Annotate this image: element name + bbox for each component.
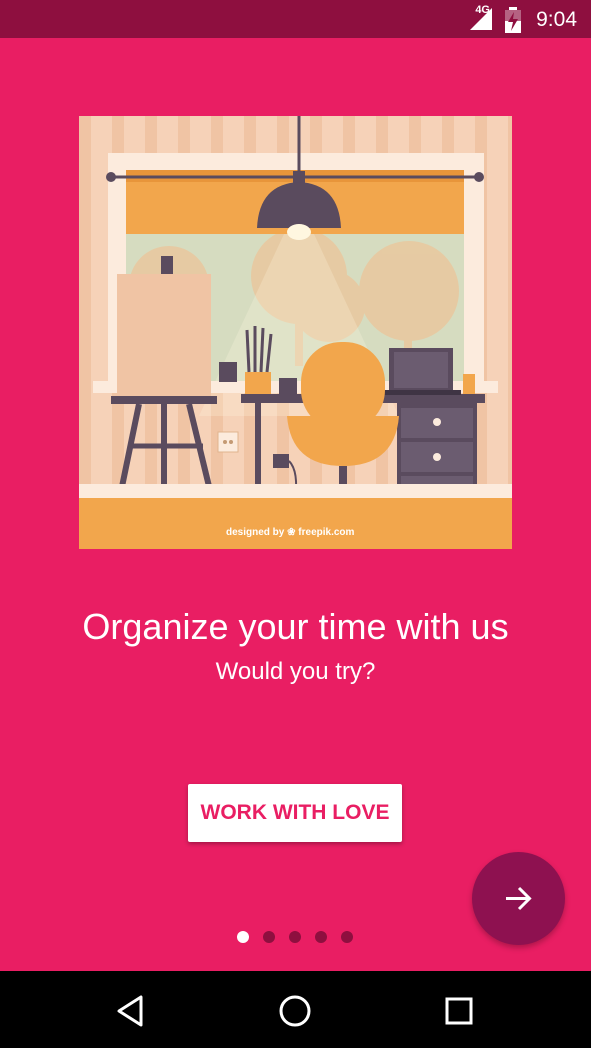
battery-charging-icon (505, 7, 521, 33)
arrow-forward-icon (506, 886, 532, 911)
page-dot-2[interactable] (263, 931, 275, 943)
page-dot-1[interactable] (237, 931, 249, 943)
next-page-button[interactable] (472, 852, 565, 945)
page-dot-4[interactable] (315, 931, 327, 943)
navigation-bar (0, 971, 591, 1048)
onboarding-subtitle: Would you try? (215, 658, 376, 685)
signal-icon (470, 8, 492, 30)
onboarding-title: Organize your time with us (82, 606, 509, 647)
work-with-love-button[interactable]: WORK WITH LOVE (188, 784, 402, 842)
page-dot-3[interactable] (289, 931, 301, 943)
status-bar: 4G 9:04 (0, 0, 591, 38)
page-dot-5[interactable] (341, 931, 353, 943)
recents-square-icon[interactable] (437, 989, 481, 1033)
clock: 9:04 (536, 8, 577, 31)
workspace-illustration: designed by ❀ freepik.com (79, 116, 512, 549)
back-triangle-icon[interactable] (109, 989, 153, 1033)
freepik-credit: designed by ❀ freepik.com (226, 527, 355, 538)
home-circle-icon[interactable] (273, 989, 317, 1033)
